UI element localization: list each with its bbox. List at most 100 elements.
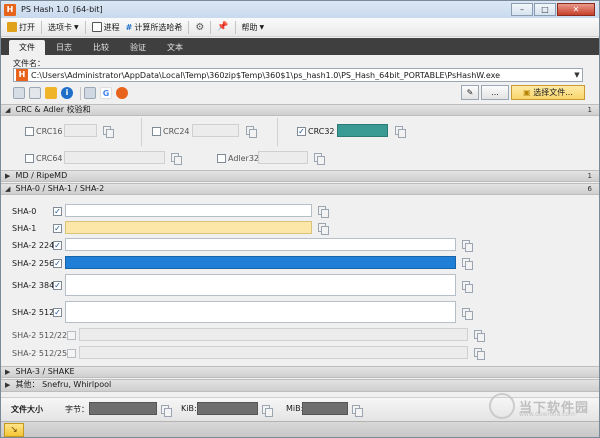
tab-file[interactable]: 文件 xyxy=(9,40,45,55)
group-title-sha3: SHA-3 / SHAKE xyxy=(15,367,75,376)
window-title: PS Hash 1.0 xyxy=(21,5,69,14)
crc16-label: CRC16 xyxy=(36,127,63,136)
copy-icon[interactable] xyxy=(171,153,182,165)
crc32-checkbox[interactable] xyxy=(297,127,306,136)
copy-icon[interactable] xyxy=(318,223,329,235)
tab-text[interactable]: 文本 xyxy=(157,40,193,55)
crc64-checkbox[interactable] xyxy=(25,154,34,163)
sha512-256-label: SHA-2 512/256 xyxy=(12,349,73,358)
copy-icon[interactable] xyxy=(462,281,473,293)
sha512-256-checkbox[interactable] xyxy=(67,349,76,358)
window-arch: [64-bit] xyxy=(72,5,103,14)
group-header-sha[interactable]: ◢ SHA-0 / SHA-1 / SHA-2 6 xyxy=(1,183,599,195)
copy-icon[interactable] xyxy=(161,405,172,417)
expand-triangle-icon: ▶ xyxy=(5,368,11,376)
pin-button[interactable]: 📌 xyxy=(214,19,231,35)
file-size-title: 文件大小 xyxy=(11,405,43,414)
adler32-checkbox[interactable] xyxy=(217,154,226,163)
toolbar-separator xyxy=(188,20,190,34)
bytes-label: 字节： xyxy=(65,405,89,414)
watermark-sub: www.downxia.com xyxy=(519,411,575,418)
sha224-field[interactable] xyxy=(65,238,456,251)
crc16-field[interactable] xyxy=(64,124,97,137)
crc16-checkbox[interactable] xyxy=(25,127,34,136)
crc32-field[interactable] xyxy=(337,124,388,137)
sha224-checkbox[interactable] xyxy=(53,241,62,250)
divider xyxy=(141,118,142,146)
copy-icon[interactable] xyxy=(462,308,473,320)
sha256-label: SHA-2 256 xyxy=(12,259,55,268)
tab-log[interactable]: 日志 xyxy=(46,40,82,55)
google-icon[interactable]: G xyxy=(100,87,112,99)
help-menu[interactable]: 帮助 ▼ xyxy=(239,19,268,35)
copy-icon[interactable] xyxy=(352,405,363,417)
mib-value-field xyxy=(302,402,348,415)
sha512-256-field[interactable] xyxy=(79,346,468,359)
copy-icon[interactable] xyxy=(474,348,485,360)
bytes-value-field xyxy=(89,402,157,415)
options-menu[interactable]: 选项卡 ▼ xyxy=(45,19,82,35)
copy-icon[interactable] xyxy=(474,330,485,342)
sha512-field[interactable] xyxy=(65,301,456,323)
search-icon[interactable] xyxy=(84,87,96,99)
open-folder-icon[interactable] xyxy=(45,87,57,99)
group-header-md[interactable]: ▶ MD / RipeMD 1 xyxy=(1,170,599,182)
settings-button[interactable]: ⚙ xyxy=(192,19,207,35)
sha0-checkbox[interactable] xyxy=(53,207,62,216)
copy-icon[interactable] xyxy=(314,153,325,165)
crc24-label: CRC24 xyxy=(163,127,190,136)
group-title-crc: CRC & Adler 校验和 xyxy=(15,105,91,114)
copy-icon[interactable] xyxy=(462,240,473,252)
sha1-checkbox[interactable] xyxy=(53,224,62,233)
copy-icon[interactable] xyxy=(395,126,406,138)
arrow-corner-icon[interactable]: ↘ xyxy=(4,423,24,437)
watermark-logo-icon xyxy=(489,393,515,419)
choose-file-label: 选择文件... xyxy=(533,88,573,97)
group-header-other[interactable]: ▶ 其他： Snefru, Whirlpool xyxy=(1,379,599,392)
sha1-field[interactable] xyxy=(65,221,312,234)
process-icon xyxy=(91,22,102,32)
crc64-field[interactable] xyxy=(64,151,165,164)
sha256-field[interactable] xyxy=(65,256,456,269)
copy-icon[interactable] xyxy=(318,206,329,218)
sha384-checkbox[interactable] xyxy=(53,281,62,290)
copy-icon[interactable] xyxy=(462,258,473,270)
sha512-224-checkbox[interactable] xyxy=(67,331,76,340)
crc24-field[interactable] xyxy=(192,124,239,137)
copy-icon[interactable] xyxy=(262,405,273,417)
sha512-label: SHA-2 512 xyxy=(12,308,55,317)
virustotal-icon[interactable] xyxy=(116,87,128,99)
sha512-224-field[interactable] xyxy=(79,328,468,341)
copy-icon[interactable] xyxy=(246,126,257,138)
process-button[interactable]: 进程 xyxy=(89,19,123,35)
sha384-field[interactable] xyxy=(65,274,456,296)
minimize-button[interactable]: – xyxy=(511,3,533,16)
gear-icon: ⚙ xyxy=(195,21,205,33)
crc24-checkbox[interactable] xyxy=(152,127,161,136)
file-actions-row: i G ✎ ... ▣ 选择文件... xyxy=(13,85,587,101)
copy-icon[interactable] xyxy=(103,126,114,138)
copy-icon[interactable] xyxy=(29,87,41,99)
tab-verify[interactable]: 验证 xyxy=(120,40,156,55)
sha256-checkbox[interactable] xyxy=(53,259,62,268)
open-button[interactable]: 打开 xyxy=(4,19,38,35)
choose-file-button[interactable]: ▣ 选择文件... xyxy=(511,85,585,100)
sha512-224-label: SHA-2 512/224 xyxy=(12,331,73,340)
group-header-crc[interactable]: ◢ CRC & Adler 校验和 1 xyxy=(1,104,599,116)
copy-all-icon[interactable] xyxy=(13,87,25,99)
tab-compare[interactable]: 比较 xyxy=(83,40,119,55)
group-header-sha3[interactable]: ▶ SHA-3 / SHAKE xyxy=(1,366,599,378)
watermark: 当下软件园 www.downxia.com xyxy=(489,393,589,419)
sha0-field[interactable] xyxy=(65,204,312,217)
maximize-button[interactable]: □ xyxy=(534,3,556,16)
info-icon[interactable]: i xyxy=(61,87,73,99)
close-button[interactable]: ✕ xyxy=(557,3,595,16)
more-button[interactable]: ... xyxy=(481,85,509,100)
toolbar-separator xyxy=(84,20,86,34)
sha512-checkbox[interactable] xyxy=(53,308,62,317)
adler32-field[interactable] xyxy=(258,151,308,164)
compute-button[interactable]: # 计算所选哈希 xyxy=(123,19,186,35)
chevron-down-icon[interactable]: ▼ xyxy=(572,71,582,79)
edit-icon[interactable]: ✎ xyxy=(461,85,479,100)
file-path-combobox[interactable]: H C:\Users\Administrator\AppData\Local\T… xyxy=(13,68,583,82)
